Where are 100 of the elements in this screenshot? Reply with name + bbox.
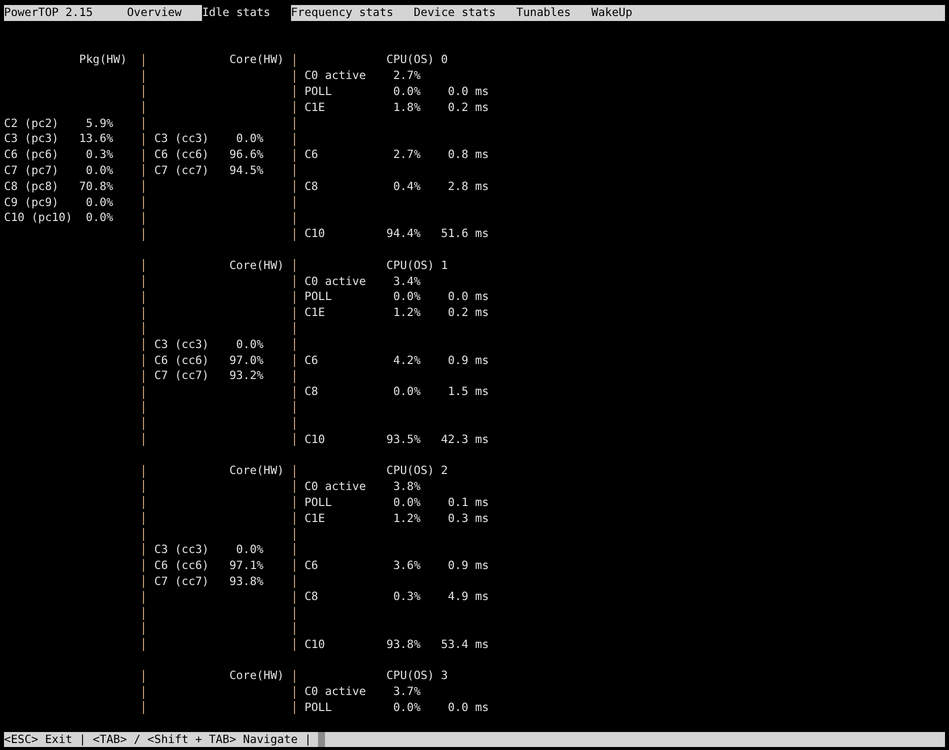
package-state-label: C2 (pc2) [4, 116, 59, 132]
core-state-label: C3 (cc3) [154, 131, 209, 148]
cpu-state-label: C1E [304, 100, 325, 116]
cpu-state-time: 0.3 ms [448, 510, 489, 526]
package-state-label: C3 (pc3) [4, 131, 59, 148]
core-state-percent: 0.0% [236, 542, 264, 558]
cpu-state-percent: 2.7% [393, 68, 421, 84]
cpu-state-time: 0.0 ms [448, 84, 489, 100]
package-state-label: C7 (pc7) [4, 162, 59, 179]
cpu-state-time: 0.0 ms [448, 700, 489, 716]
cpu-state-label: C8 [304, 178, 318, 195]
tab[interactable]: WakeUp [591, 5, 653, 21]
tab[interactable]: Device stats [414, 5, 516, 21]
cpu-state-label: C10 [304, 226, 325, 242]
cpu-state-label: C6 [304, 147, 318, 163]
package-state-percent: 0.0% [86, 194, 114, 210]
cpu-state-time: 0.1 ms [448, 494, 489, 510]
package-state-label: C6 (pc6) [4, 147, 59, 163]
key-hints-text: <ESC> Exit | <TAB> / <Shift + TAB> Navigate | [4, 732, 312, 748]
cpu-state-time: 0.2 ms [448, 100, 489, 116]
package-state-label: C8 (pc8) [4, 178, 59, 195]
core-column-header: Core(HW) [229, 52, 284, 68]
cpu-state-percent: 2.7% [393, 147, 421, 163]
package-state-percent: 70.8% [79, 178, 114, 195]
tab[interactable]: Overview [126, 5, 202, 21]
cpu-state-label: POLL [304, 84, 332, 100]
cpu-state-time: 4.9 ms [448, 589, 489, 606]
tab[interactable]: Frequency stats [290, 5, 414, 21]
package-column-header: Pkg(HW) [79, 52, 127, 68]
package-state-percent: 0.0% [86, 162, 114, 179]
core-state-label: C6 (cc6) [154, 558, 209, 574]
cpu-state-time: 1.5 ms [448, 384, 489, 400]
core-state-percent: 93.2% [229, 368, 264, 384]
core-state-label: C6 (cc6) [154, 352, 209, 368]
cpu-state-percent: 1.2% [393, 305, 421, 321]
cpu-state-time: 2.8 ms [448, 178, 489, 195]
package-state-label: C10 (pc10) [4, 210, 72, 226]
cpu-state-percent: 93.8% [386, 636, 421, 653]
core-state-percent: 97.1% [229, 558, 264, 574]
cpu-state-percent: 3.8% [393, 478, 421, 495]
cpu-state-label: C6 [304, 558, 318, 574]
cpu-state-label: C6 [304, 352, 318, 368]
package-state-percent: 5.9% [86, 116, 114, 132]
block-cursor-icon [318, 732, 325, 748]
cpu-state-label: C0 active [304, 68, 366, 84]
cpu-state-label: POLL [304, 700, 332, 716]
cpu-state-percent: 3.7% [393, 684, 421, 700]
cpu-state-label: C1E [304, 510, 325, 526]
cpu-state-time: 0.0 ms [448, 289, 489, 306]
cpu-state-percent: 1.2% [393, 510, 421, 526]
cpu-state-label: C0 active [304, 274, 366, 290]
cpu-state-percent: 0.0% [393, 700, 421, 716]
core-state-label: C6 (cc6) [154, 147, 209, 163]
cpu-state-percent: 3.6% [393, 558, 421, 574]
app-title: PowerTOP 2.15 [4, 5, 93, 21]
cpu-state-percent: 0.4% [393, 178, 421, 195]
cpu-state-percent: 0.0% [393, 289, 421, 306]
package-state-percent: 0.3% [86, 147, 114, 163]
core-state-percent: 93.8% [229, 574, 264, 590]
core-column-header: Core(HW) [229, 463, 284, 479]
core-state-label: C3 (cc3) [154, 336, 209, 353]
cpu-state-label: C8 [304, 589, 318, 606]
cpu-column-header: CPU(OS) 3 [386, 668, 448, 684]
cpu-state-time: 0.2 ms [448, 305, 489, 321]
cpu-column-header: CPU(OS) 0 [386, 52, 448, 68]
cpu-state-percent: 0.0% [393, 494, 421, 510]
cpu-state-time: 53.4 ms [441, 636, 489, 653]
core-state-percent: 97.0% [229, 352, 264, 368]
cpu-state-time: 0.9 ms [448, 352, 489, 368]
cpu-state-percent: 0.3% [393, 589, 421, 606]
tab[interactable]: Tunables [516, 5, 592, 21]
package-state-label: C9 (pc9) [4, 194, 59, 210]
cpu-state-label: C10 [304, 636, 325, 653]
package-state-percent: 0.0% [86, 210, 114, 226]
core-column-header: Core(HW) [229, 258, 284, 274]
cpu-state-percent: 1.8% [393, 100, 421, 116]
cpu-state-percent: 94.4% [386, 226, 421, 242]
core-state-label: C7 (cc7) [154, 162, 209, 179]
cpu-state-percent: 3.4% [393, 274, 421, 290]
tab[interactable]: Idle stats [202, 5, 291, 21]
core-state-percent: 96.6% [229, 147, 264, 163]
cpu-state-percent: 4.2% [393, 352, 421, 368]
core-column-header: Core(HW) [229, 668, 284, 684]
cpu-state-time: 42.3 ms [441, 432, 489, 448]
cpu-state-label: POLL [304, 494, 332, 510]
core-state-percent: 94.5% [229, 162, 264, 179]
cpu-state-label: C1E [304, 305, 325, 321]
cpu-column-header: CPU(OS) 1 [386, 258, 448, 274]
cpu-state-percent: 93.5% [386, 432, 421, 448]
cpu-column-header: CPU(OS) 2 [386, 463, 448, 479]
cpu-state-label: C0 active [304, 478, 366, 495]
cpu-state-label: C0 active [304, 684, 366, 700]
cpu-state-percent: 0.0% [393, 84, 421, 100]
core-state-percent: 0.0% [236, 336, 264, 353]
cpu-state-label: C10 [304, 432, 325, 448]
core-state-label: C3 (cc3) [154, 542, 209, 558]
cpu-state-percent: 0.0% [393, 384, 421, 400]
cpu-state-time: 0.8 ms [448, 147, 489, 163]
cpu-state-label: POLL [304, 289, 332, 306]
core-state-label: C7 (cc7) [154, 574, 209, 590]
